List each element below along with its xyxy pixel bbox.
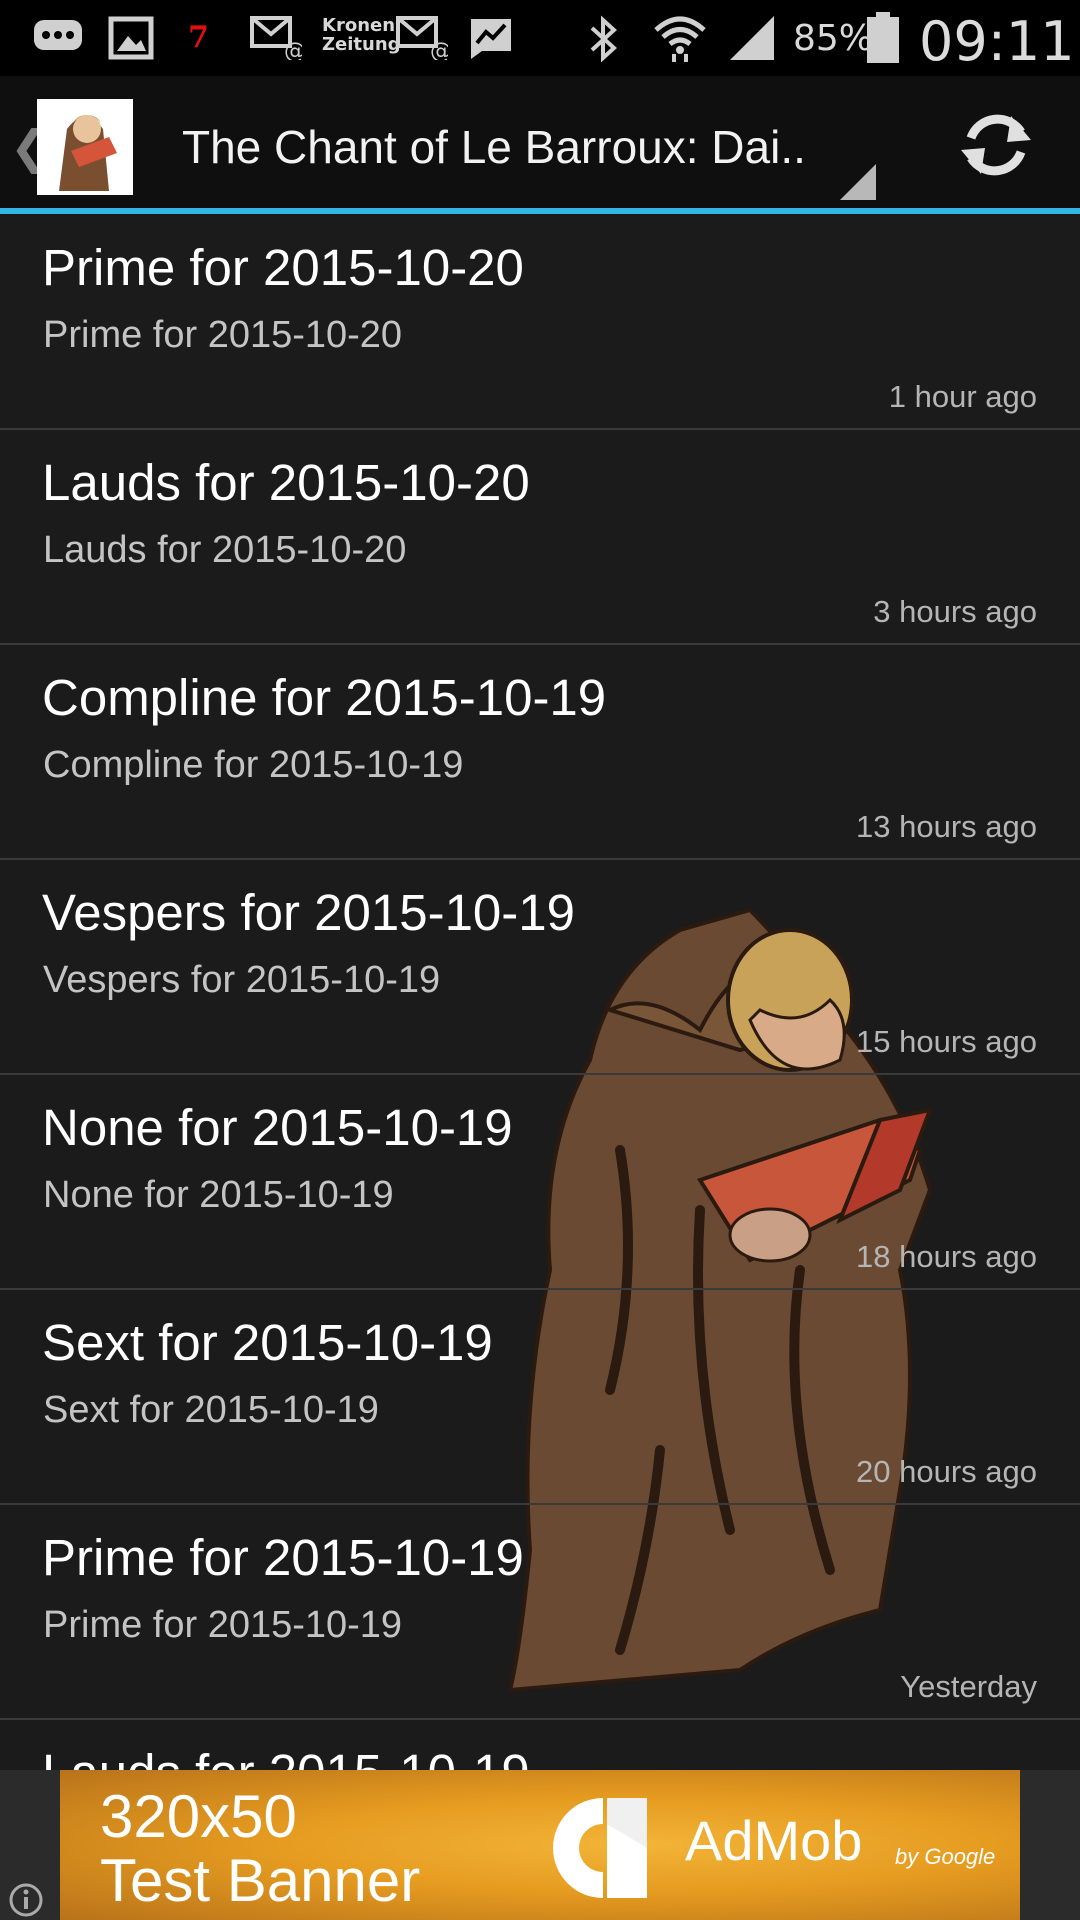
item-title: None for 2015-10-19	[42, 1099, 513, 1156]
ad-banner[interactable]: 320x50 Test Banner AdMob by Google	[60, 1770, 1020, 1920]
item-timestamp: 13 hours ago	[856, 809, 1037, 844]
list-item[interactable]: Prime for 2015-10-19 Prime for 2015-10-1…	[0, 1504, 1080, 1720]
mail-icon: @	[250, 16, 302, 60]
action-bar: ❮ The Chant of Le Barroux: Dai..	[0, 76, 1080, 214]
list-item[interactable]: Compline for 2015-10-19 Compline for 201…	[0, 644, 1080, 860]
ad-text-size: 320x50	[100, 1783, 297, 1850]
ad-brand-sub: by Google	[895, 1844, 996, 1869]
bluetooth-icon	[590, 15, 617, 63]
chat-icon	[34, 20, 82, 50]
battery-icon	[867, 12, 899, 63]
svg-text:@: @	[430, 39, 448, 60]
trend-icon	[471, 19, 511, 59]
refresh-button[interactable]	[955, 104, 1037, 186]
mail-icon: @	[396, 16, 448, 60]
clock: 09:11	[919, 10, 1075, 73]
item-subtitle: Lauds for 2015-10-20	[43, 529, 407, 571]
battery-percent: 85%	[793, 18, 874, 59]
list-item[interactable]: Lauds for 2015-10-19	[0, 1719, 1080, 1770]
item-subtitle: Prime for 2015-10-19	[43, 1604, 403, 1646]
item-timestamp: 3 hours ago	[873, 594, 1037, 629]
image-icon	[108, 16, 154, 60]
signal-icon	[730, 16, 774, 60]
app-logo[interactable]	[37, 99, 133, 195]
wifi-icon	[654, 16, 706, 62]
item-subtitle: Sext for 2015-10-19	[43, 1389, 379, 1431]
item-timestamp: Yesterday	[900, 1669, 1037, 1704]
item-subtitle: Compline for 2015-10-19	[43, 744, 464, 786]
ad-text-label: Test Banner	[100, 1847, 421, 1914]
item-subtitle: Vespers for 2015-10-19	[43, 959, 441, 1001]
ad-brand: AdMob	[685, 1809, 863, 1872]
item-title: Prime for 2015-10-19	[42, 1529, 524, 1586]
svg-text:@: @	[284, 39, 302, 60]
list-item[interactable]: Lauds for 2015-10-20 Lauds for 2015-10-2…	[0, 429, 1080, 645]
info-icon[interactable]	[8, 1882, 44, 1918]
admob-logo-icon	[553, 1798, 647, 1898]
list-item[interactable]: Vespers for 2015-10-19 Vespers for 2015-…	[0, 859, 1080, 1075]
ad-area: 320x50 Test Banner AdMob by Google	[0, 1770, 1080, 1920]
item-timestamp: 20 hours ago	[856, 1454, 1037, 1489]
item-title: Vespers for 2015-10-19	[42, 884, 576, 941]
item-timestamp: 15 hours ago	[856, 1024, 1037, 1059]
item-title: Prime for 2015-10-20	[42, 239, 524, 296]
episode-list[interactable]: Prime for 2015-10-20 Prime for 2015-10-2…	[0, 214, 1080, 1770]
item-timestamp: 18 hours ago	[856, 1239, 1037, 1274]
item-subtitle: None for 2015-10-19	[43, 1174, 394, 1216]
kronen-zeitung-icon: Kronen Zeitung	[322, 15, 401, 55]
item-title: Lauds for 2015-10-19	[42, 1743, 530, 1770]
item-title: Lauds for 2015-10-20	[42, 454, 530, 511]
item-title: Compline for 2015-10-19	[42, 669, 607, 726]
app-title[interactable]: The Chant of Le Barroux: Dai..	[182, 120, 822, 174]
list-item[interactable]: Prime for 2015-10-20 Prime for 2015-10-2…	[0, 214, 1080, 430]
item-title: Sext for 2015-10-19	[42, 1314, 493, 1371]
item-subtitle: Prime for 2015-10-20	[43, 314, 403, 356]
notification-badge: 7	[188, 20, 209, 55]
dropdown-indicator-icon[interactable]	[840, 164, 876, 200]
status-bar: 7 @ Kronen Zeitung @ 85% 09:11	[0, 0, 1080, 76]
item-timestamp: 1 hour ago	[888, 379, 1037, 414]
list-item[interactable]: Sext for 2015-10-19 Sext for 2015-10-19 …	[0, 1289, 1080, 1505]
list-item[interactable]: None for 2015-10-19 None for 2015-10-19 …	[0, 1074, 1080, 1290]
